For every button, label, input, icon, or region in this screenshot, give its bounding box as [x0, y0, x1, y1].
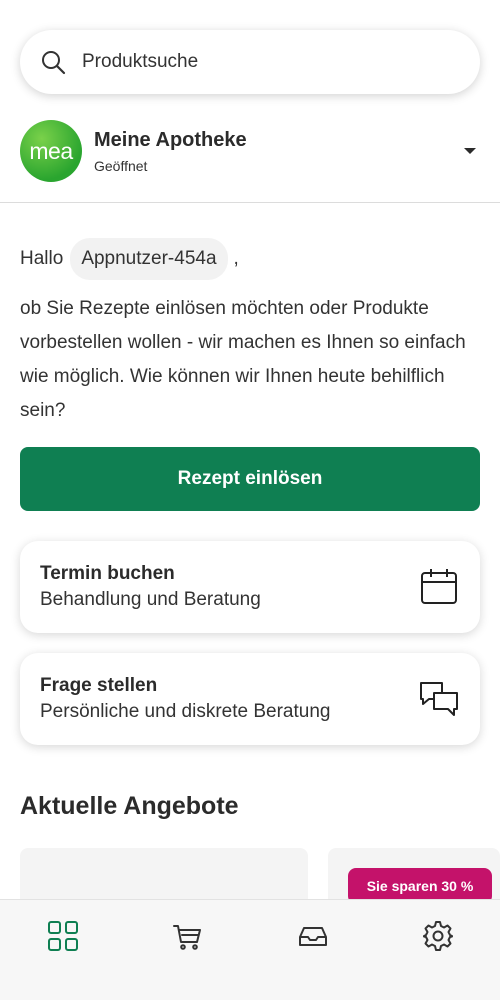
pharmacy-name: Meine Apotheke: [94, 128, 247, 151]
greeting-hello: Hallo: [20, 248, 64, 269]
chevron-down-icon[interactable]: [460, 141, 480, 161]
greeting: Hallo Appnutzer-454a ,: [20, 238, 239, 280]
greeting-suffix: ,: [233, 248, 239, 269]
search-bar[interactable]: [20, 30, 480, 94]
ask-question-card[interactable]: Frage stellen Persönliche und diskrete B…: [20, 653, 480, 745]
gear-icon: [422, 920, 454, 957]
book-appointment-card[interactable]: Termin buchen Behandlung und Beratung: [20, 541, 480, 633]
tab-inbox[interactable]: [283, 918, 343, 958]
tab-home[interactable]: [33, 918, 93, 958]
card-title: Termin buchen: [40, 563, 175, 584]
intro-text: ob Sie Rezepte einlösen möchten oder Pro…: [20, 298, 466, 421]
username-chip: Appnutzer-454a: [70, 238, 228, 280]
grid-icon: [47, 920, 79, 957]
chat-icon: [418, 678, 460, 720]
card-title: Frage stellen: [40, 675, 158, 696]
pharmacy-logo: mea: [20, 120, 82, 182]
tab-cart[interactable]: [158, 918, 218, 958]
search-input[interactable]: [80, 50, 444, 74]
pharmacy-selector[interactable]: mea Meine Apotheke Geöffnet: [20, 118, 480, 184]
offers-title: Aktuelle Angebote: [20, 792, 239, 820]
divider: [0, 202, 500, 203]
cart-icon: [172, 920, 204, 957]
calendar-icon: [418, 566, 460, 608]
pharmacy-status: Geöffnet: [94, 157, 148, 174]
card-subtitle: Behandlung und Beratung: [40, 589, 261, 610]
card-subtitle: Persönliche und diskrete Beratung: [40, 701, 331, 722]
tab-settings[interactable]: [408, 918, 468, 958]
inbox-icon: [297, 920, 329, 957]
redeem-prescription-button[interactable]: Rezept einlösen: [20, 447, 480, 511]
search-icon: [40, 49, 66, 75]
bottom-tab-bar: [0, 899, 500, 1000]
